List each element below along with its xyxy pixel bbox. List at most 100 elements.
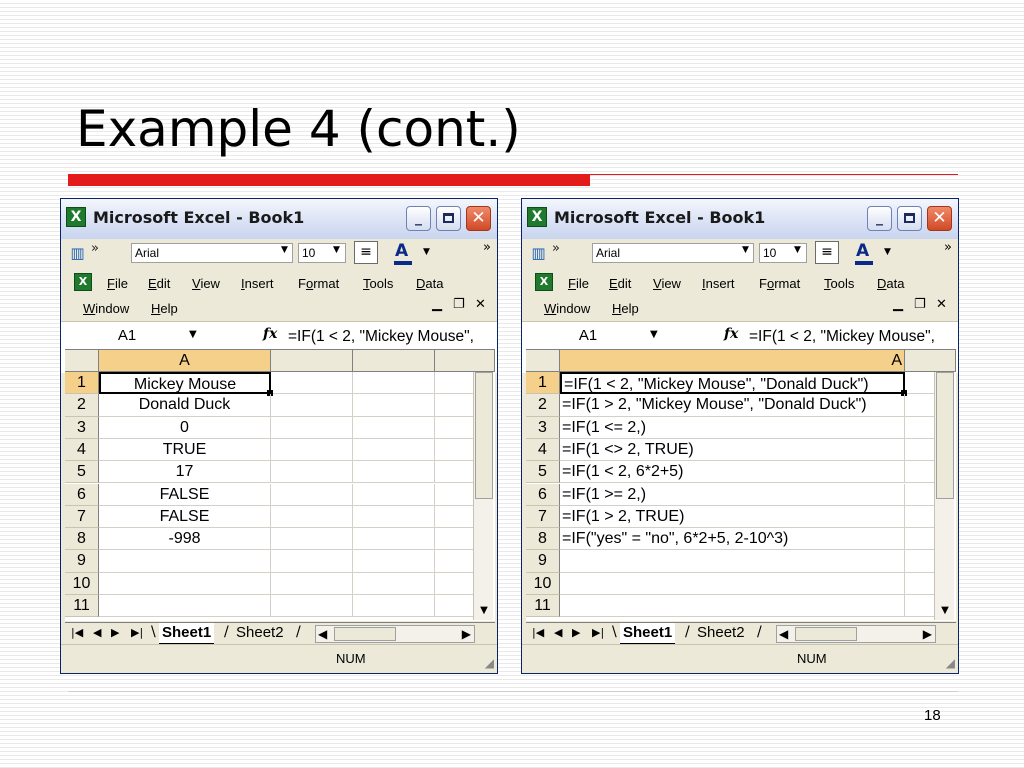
title-bar[interactable]: X Microsoft Excel - Book1 _ ✕ xyxy=(522,199,958,240)
cell-a[interactable]: =IF(1 < 2, "Mickey Mouse", "Donald Duck"… xyxy=(560,372,905,395)
row-header[interactable]: 9 xyxy=(65,550,99,573)
font-size-dropdown-icon[interactable]: ▼ xyxy=(794,245,801,255)
row-header[interactable]: 3 xyxy=(65,416,99,439)
font-color-icon[interactable]: A xyxy=(395,241,408,261)
select-all-corner[interactable] xyxy=(526,350,560,372)
cell-empty[interactable] xyxy=(435,505,477,529)
row-header[interactable]: 6 xyxy=(65,483,99,506)
excel-window-right[interactable]: X Microsoft Excel - Book1 _ ✕ ▥ » Arial … xyxy=(521,198,959,674)
tab-sheet1[interactable]: Sheet1 xyxy=(620,623,676,645)
worksheet-grid[interactable]: A 1 =IF(1 < 2, "Mickey Mouse", "Donald Du… xyxy=(526,349,956,621)
tab-sheet2[interactable]: Sheet2 xyxy=(694,623,748,643)
row-header[interactable]: 9 xyxy=(526,550,560,573)
font-color-dropdown-icon[interactable]: ▼ xyxy=(423,247,430,257)
excel-window-left[interactable]: X Microsoft Excel - Book1 _ ✕ ▥ » Arial … xyxy=(60,198,498,674)
cell-empty[interactable] xyxy=(271,505,353,529)
row-header[interactable]: 11 xyxy=(526,595,560,618)
cell-a[interactable]: =IF("yes" = "no", 6*2+5, 2-10^3) xyxy=(560,528,905,551)
workbook-icon[interactable]: X xyxy=(74,273,92,291)
cell-empty[interactable] xyxy=(435,416,477,439)
row-header[interactable]: 5 xyxy=(526,461,560,484)
row-header[interactable]: 4 xyxy=(65,438,99,462)
toolbar-options-icon[interactable]: » xyxy=(91,241,99,256)
workbook-icon[interactable]: X xyxy=(535,273,553,291)
cell-empty[interactable] xyxy=(271,461,353,484)
cell-a[interactable] xyxy=(560,595,905,618)
insert-function-icon[interactable]: fx xyxy=(263,326,277,342)
font-name-box[interactable]: Arial xyxy=(592,243,754,263)
menu-help[interactable]: Help xyxy=(612,301,639,316)
row-header[interactable]: 7 xyxy=(526,505,560,529)
cell-a[interactable] xyxy=(560,550,905,573)
cell-empty[interactable] xyxy=(353,483,435,506)
cell-empty[interactable] xyxy=(435,550,477,573)
cell-empty[interactable] xyxy=(353,394,435,417)
row-header[interactable]: 1 xyxy=(526,372,560,395)
row-header[interactable]: 6 xyxy=(526,483,560,506)
scroll-down-icon[interactable]: ▼ xyxy=(475,602,493,620)
menu-edit[interactable]: Edit xyxy=(148,276,170,291)
cell-empty[interactable] xyxy=(435,572,477,595)
scroll-right-icon[interactable]: ▶ xyxy=(923,626,932,642)
chart-wizard-icon[interactable]: ▥ xyxy=(529,244,548,262)
doc-restore-icon[interactable]: ❐ xyxy=(914,297,926,312)
maximize-button[interactable] xyxy=(436,206,461,231)
cell-empty[interactable] xyxy=(271,550,353,573)
menu-data[interactable]: Data xyxy=(877,276,904,291)
cell-empty[interactable] xyxy=(435,528,477,551)
menu-insert[interactable]: Insert xyxy=(241,276,274,291)
tab-sheet1[interactable]: Sheet1 xyxy=(159,623,215,645)
cell-empty[interactable] xyxy=(353,572,435,595)
cell-a[interactable] xyxy=(99,595,271,618)
scroll-down-icon[interactable]: ▼ xyxy=(936,602,954,620)
horizontal-scroll-thumb[interactable] xyxy=(334,627,396,641)
prev-sheet-icon[interactable]: ◀ xyxy=(93,626,101,639)
column-header-b[interactable] xyxy=(271,350,353,372)
row-header[interactable]: 3 xyxy=(526,416,560,439)
menu-window[interactable]: Window xyxy=(83,301,129,316)
vertical-scroll-thumb[interactable] xyxy=(475,372,493,499)
menu-help[interactable]: Help xyxy=(151,301,178,316)
doc-minimize-icon[interactable]: ▁ xyxy=(432,297,442,312)
toolbar-more-icon[interactable]: » xyxy=(944,240,952,255)
vertical-scroll-thumb[interactable] xyxy=(936,372,954,499)
last-sheet-icon[interactable]: ▶| xyxy=(131,626,143,639)
cell-a[interactable]: Mickey Mouse xyxy=(99,372,271,395)
cell-empty[interactable] xyxy=(435,372,477,395)
row-header[interactable]: 8 xyxy=(526,528,560,551)
cell-empty[interactable] xyxy=(271,483,353,506)
prev-sheet-icon[interactable]: ◀ xyxy=(554,626,562,639)
menu-file[interactable]: File xyxy=(107,276,128,291)
cell-empty[interactable] xyxy=(271,416,353,439)
column-header-b[interactable] xyxy=(905,350,956,372)
scroll-left-icon[interactable]: ◀ xyxy=(318,626,327,642)
font-color-dropdown-icon[interactable]: ▼ xyxy=(884,247,891,257)
cell-empty[interactable] xyxy=(271,572,353,595)
insert-function-icon[interactable]: fx xyxy=(724,326,738,342)
cell-empty[interactable] xyxy=(271,595,353,618)
cell-empty[interactable] xyxy=(353,461,435,484)
cell-a[interactable] xyxy=(99,572,271,595)
row-header[interactable]: 10 xyxy=(65,572,99,595)
vertical-scrollbar[interactable]: ▼ xyxy=(934,372,954,620)
cell-a[interactable]: FALSE xyxy=(99,483,271,506)
cell-a[interactable] xyxy=(560,572,905,595)
menu-view[interactable]: View xyxy=(192,276,220,291)
minimize-button[interactable]: _ xyxy=(406,206,431,231)
row-header[interactable]: 10 xyxy=(526,572,560,595)
cell-empty[interactable] xyxy=(353,416,435,439)
toolbar-options-icon[interactable]: » xyxy=(552,241,560,256)
select-all-corner[interactable] xyxy=(65,350,99,372)
cell-a[interactable]: =IF(1 <= 2,) xyxy=(560,416,905,439)
name-box[interactable]: A1 xyxy=(528,326,648,346)
cell-empty[interactable] xyxy=(435,483,477,506)
cell-a[interactable]: =IF(1 >= 2,) xyxy=(560,483,905,506)
first-sheet-icon[interactable]: |◀ xyxy=(532,626,544,639)
cell-empty[interactable] xyxy=(353,438,435,462)
minimize-button[interactable]: _ xyxy=(867,206,892,231)
cell-empty[interactable] xyxy=(271,394,353,417)
menu-edit[interactable]: Edit xyxy=(609,276,631,291)
row-header[interactable]: 2 xyxy=(526,394,560,417)
resize-grip-icon[interactable]: ◢ xyxy=(946,656,955,670)
row-header[interactable]: 11 xyxy=(65,595,99,618)
